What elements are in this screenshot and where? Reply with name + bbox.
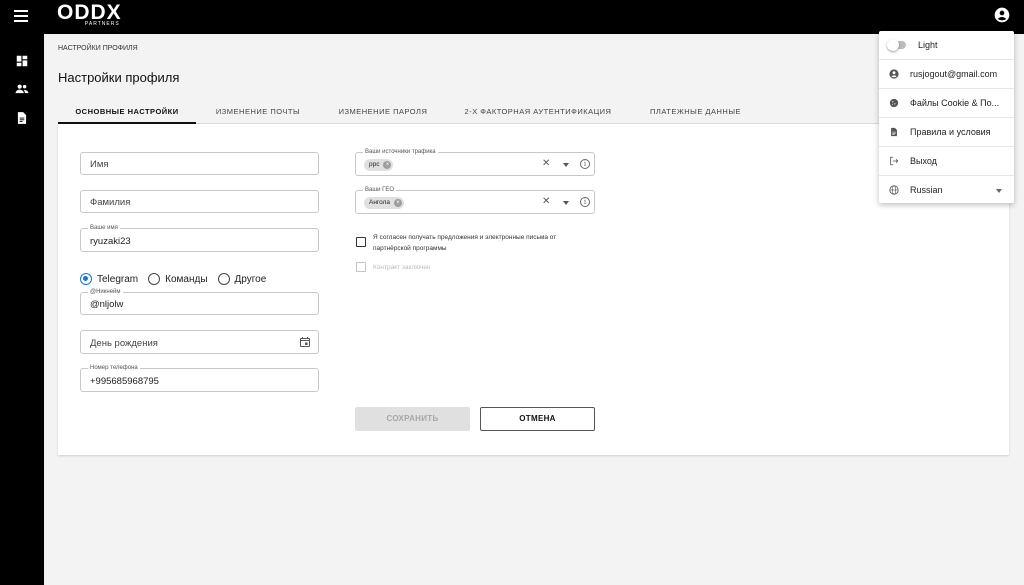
nickname-field[interactable]: @Никнейм @nljolw [80,288,319,315]
traffic-sources-select[interactable]: Ваши источники трафика ppc × ✕ i [355,148,595,176]
traffic-chip-label: ppc [369,161,380,168]
nickname-value: @nljolw [90,299,124,310]
your-name-field[interactable]: Ваше имя ryuzaki23 [80,224,319,252]
birthday-placeholder: День рождения [90,338,158,349]
logout-item[interactable]: Выход [879,147,1014,176]
chip-remove-icon[interactable]: × [383,161,392,169]
consent-text-line2: партнёрской программы [373,245,447,252]
radio-other-label: Другое [234,273,267,285]
document-icon[interactable] [15,111,29,125]
clear-icon[interactable]: ✕ [542,158,550,169]
phone-value: +995685968795 [90,376,159,387]
globe-icon [889,184,899,195]
sidebar [0,34,44,585]
cookies-item[interactable]: Файлы Cookie & По... [879,89,1014,118]
chevron-down-icon [996,189,1002,193]
first-name-field[interactable]: Имя [80,152,319,175]
radio-other[interactable] [217,273,230,285]
last-name-placeholder: Фамилия [90,197,131,208]
calendar-icon[interactable] [299,336,311,348]
cookies-label: Файлы Cookie & По... [910,98,1000,108]
language-label: Russian [910,184,943,195]
geo-chip[interactable]: Ангола × [364,197,405,209]
tab-bar: ОСНОВНЫЕ НАСТРОЙКИ ИЗМЕНЕНИЕ ПОЧТЫ ИЗМЕН… [58,102,1009,124]
top-bar: ODDX PARTNERS [0,0,1024,34]
birthday-field[interactable]: День рождения [80,330,319,354]
hamburger-menu-icon[interactable] [14,10,28,22]
phone-field[interactable]: Номер телефона +995685968795 [80,364,319,392]
your-name-value: ryuzaki23 [90,236,131,247]
radio-teams-label: Команды [165,273,208,285]
account-email-item[interactable]: rusjogout@gmail.com [879,60,1014,89]
tab-payment-data[interactable]: ПЛАТЕЖНЫЕ ДАННЫЕ [638,102,753,124]
geo-chip-label: Ангола [369,199,391,206]
account-circle-icon[interactable] [994,7,1010,23]
info-icon[interactable]: i [580,197,590,207]
language-select[interactable]: Russian [879,176,1014,203]
tab-basic-settings[interactable]: ОСНОВНЫЕ НАСТРОЙКИ [58,102,196,124]
document-icon [891,127,897,137]
geo-label: Ваши ГЕО [363,186,397,194]
theme-toggle-item[interactable]: Light [879,31,1014,60]
tab-two-factor-auth[interactable]: 2-Х ФАКТОРНАЯ АУТЕНТИФИКАЦИЯ [458,102,618,124]
page-title: Настройки профиля [58,70,180,85]
cancel-button[interactable]: ОТМЕНА [480,407,595,431]
breadcrumb[interactable]: НАСТРОЙКИ ПРОФИЛЯ [58,45,138,52]
chip-remove-icon[interactable]: × [394,199,403,207]
theme-toggle[interactable] [887,39,906,51]
consent-text-line1: Я согласен получать предложения и электр… [373,234,557,241]
account-email: rusjogout@gmail.com [910,69,998,79]
info-icon[interactable]: i [580,159,590,169]
geo-select[interactable]: Ваши ГЕО Ангола × ✕ i [355,186,595,214]
cookie-icon [889,98,899,108]
logo-text: ODDX [57,1,122,24]
save-button[interactable]: СОХРАНИТЬ [355,407,470,431]
last-name-field[interactable]: Фамилия [80,190,319,213]
contract-text: Контракт заключен [373,264,431,271]
first-name-placeholder: Имя [90,159,109,170]
clear-icon[interactable]: ✕ [542,196,550,207]
traffic-chip[interactable]: ppc × [364,159,394,171]
consent-checkbox[interactable] [356,237,366,247]
dropdown-arrow-icon[interactable] [563,201,569,205]
dropdown-arrow-icon[interactable] [563,163,569,167]
account-circle-icon [889,69,899,79]
dashboard-icon[interactable] [15,54,29,68]
terms-item[interactable]: Правила и условия [879,118,1014,147]
theme-label: Light [918,40,938,50]
your-name-label: Ваше имя [88,224,120,232]
contract-checkbox[interactable] [356,262,366,272]
logout-icon [890,156,899,166]
nickname-label: @Никнейм [88,288,123,296]
terms-label: Правила и условия [910,127,991,137]
logo[interactable]: ODDX PARTNERS [57,2,122,27]
people-icon[interactable] [15,82,29,96]
radio-teams[interactable] [148,273,161,285]
logout-label: Выход [910,156,937,166]
consent-text: Я согласен получать предложения и электр… [373,232,556,254]
radio-telegram[interactable] [80,273,92,285]
account-menu: Light rusjogout@gmail.com Файлы Cookie &… [879,31,1014,203]
tab-change-password[interactable]: ИЗМЕНЕНИЕ ПАРОЛЯ [328,102,438,124]
contact-method-group: Telegram Команды Другое [80,272,276,286]
traffic-sources-label: Ваши источники трафика [363,148,438,156]
radio-telegram-label: Telegram [97,273,139,285]
tab-change-email[interactable]: ИЗМЕНЕНИЕ ПОЧТЫ [203,102,313,124]
phone-label: Номер телефона [88,364,140,372]
